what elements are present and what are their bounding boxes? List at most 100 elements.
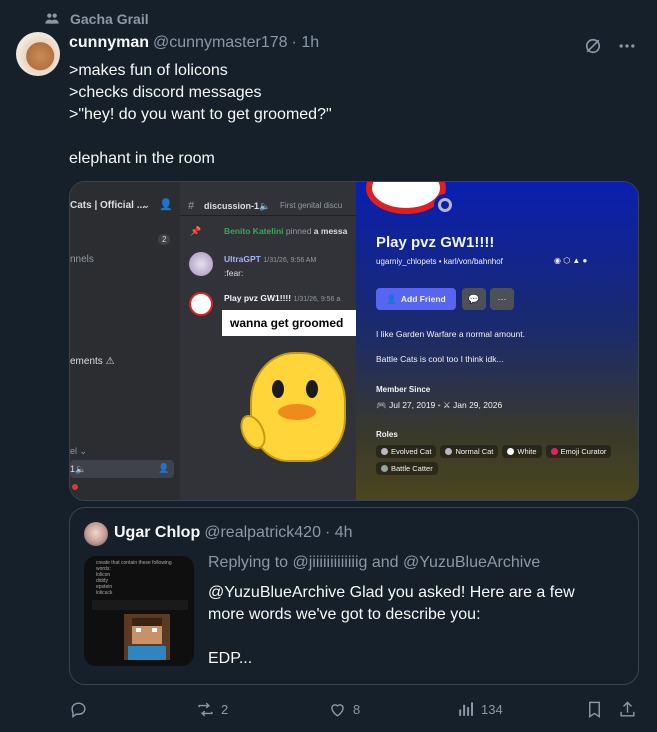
tweet-header: cunnyman @cunnymaster178 · 1h <box>69 34 319 52</box>
reply-user-2[interactable]: @YuzuBlueArchive <box>403 554 540 571</box>
member-since-discord: Jul 27, 2019 <box>388 400 436 410</box>
repost-count: 2 <box>221 701 229 717</box>
discord-chat: # discussion-1🔈 First genital discu 📌 Be… <box>180 182 357 500</box>
discord-profile-card: Play pvz GW1!!!! ugarniy_chlopets • karl… <box>356 182 638 500</box>
quoted-tweet[interactable]: Ugar Chlop @realpatrick420 · 4h create t… <box>69 507 639 685</box>
share-button[interactable] <box>618 698 637 720</box>
roles-list: Evolved Cat Normal Cat White Emoji Curat… <box>376 445 626 475</box>
quoted-tweet-header: Ugar Chlop @realpatrick420 · 4h <box>114 524 353 542</box>
author-handle[interactable]: @cunnymaster178 <box>153 34 288 52</box>
role-color-dot <box>507 448 515 455</box>
user-avatar <box>189 292 213 316</box>
add-friend-button[interactable]: 👤 Add Friend <box>376 288 456 310</box>
quoted-tweet-time[interactable]: · 4h <box>325 524 353 542</box>
author-avatar[interactable] <box>16 32 60 76</box>
community-label[interactable]: Gacha Grail <box>44 11 149 27</box>
pin-user: Benito Katelini <box>224 226 284 236</box>
pin-msg: a messa <box>313 226 348 236</box>
bio-line: Battle Cats is cool too I think idk... <box>376 354 504 364</box>
discord-sidebar: Cats | Official ... ⌄ 👤 2 nnels ements ⚠… <box>70 182 180 500</box>
role-tag[interactable]: Evolved Cat <box>376 445 437 458</box>
heart-icon <box>331 703 344 717</box>
replying-to-and: and <box>371 554 399 571</box>
tweet-action-bar: 2 8 134 <box>69 698 639 722</box>
thumbnail-text: create that contain these following word… <box>96 560 172 596</box>
tweet-time[interactable]: · 1h <box>292 34 320 52</box>
user-avatar <box>189 252 213 276</box>
member-since-row: 🎮 Jul 27, 2019 • ⚔ Jan 29, 2026 <box>376 400 503 410</box>
role-tag[interactable]: Battle Catter <box>376 462 438 475</box>
thumbnail-line: lolicuck <box>96 590 113 596</box>
share-icon <box>620 700 635 717</box>
tweet-line: >makes fun of lolicons <box>69 62 228 79</box>
server-name: Cats | Official ... <box>70 200 146 211</box>
author-display-name[interactable]: cunnyman <box>69 34 149 52</box>
quoted-author-handle[interactable]: @realpatrick420 <box>204 524 321 542</box>
analytics-icon <box>459 701 474 716</box>
quoted-author-avatar[interactable] <box>84 522 108 546</box>
chat-bubble-icon: 💬 <box>468 293 480 304</box>
tweet-text: >makes fun of lolicons >checks discord m… <box>69 60 332 170</box>
more-options-icon[interactable] <box>617 36 637 56</box>
role-tag[interactable]: Normal Cat <box>440 445 499 458</box>
quoted-tweet-text: @YuzuBlueArchive Glad you asked! Here ar… <box>208 582 618 670</box>
bookmark-button[interactable] <box>585 698 604 720</box>
community-name: Gacha Grail <box>70 11 149 27</box>
role-name: Normal Cat <box>455 447 494 456</box>
tweet-line: elephant in the room <box>69 150 215 167</box>
role-tag[interactable]: Emoji Curator <box>545 445 612 458</box>
status-dot <box>72 484 78 490</box>
discord-logo-icon: 🎮 <box>376 400 387 410</box>
profile-tags: ugarniy_chlopets • karl/von/bahnhof <box>376 257 503 266</box>
like-button[interactable]: 8 <box>328 698 360 720</box>
grok-icon[interactable] <box>583 36 603 56</box>
hash-icon: # <box>188 200 195 212</box>
role-color-dot <box>381 465 388 472</box>
add-member-icon: 👤 <box>159 199 173 211</box>
channels-label: nnels <box>70 254 94 265</box>
quoted-author-display-name[interactable]: Ugar Chlop <box>114 524 200 542</box>
add-friend-label: Add Friend <box>400 294 446 304</box>
message-button[interactable]: 💬 <box>462 288 486 310</box>
msg1-header: UltraGPT 1/31/26, 9:56 AM <box>224 254 316 264</box>
voice-label: el ⌄ <box>70 446 88 456</box>
repost-button[interactable]: 2 <box>196 698 228 720</box>
quoted-line: more words we've got to describe you: <box>208 606 481 623</box>
tweet-top-icons <box>583 36 637 56</box>
role-color-dot <box>550 448 558 455</box>
add-friend-icon: 👤 <box>386 293 397 304</box>
duck-sticker <box>235 342 352 472</box>
msg1-user: UltraGPT <box>224 254 261 264</box>
thumbnail-character-image <box>124 614 170 660</box>
profile-name: Play pvz GW1!!!! <box>376 234 495 251</box>
tweet-media-image[interactable]: Cats | Official ... ⌄ 👤 2 nnels ements ⚠… <box>69 181 639 501</box>
pin-icon: 📌 <box>190 226 202 236</box>
member-since-server: Jan 29, 2026 <box>453 400 503 410</box>
reply-user-1[interactable]: @jiiiiiiiiiiiiig <box>293 554 368 571</box>
tweet-line: >"hey! do you want to get groomed?" <box>69 106 332 123</box>
quoted-tweet-thumbnail[interactable]: create that contain these following word… <box>84 556 194 666</box>
quoted-line: @YuzuBlueArchive Glad you asked! Here ar… <box>208 584 575 601</box>
chevron-down-icon: ⌄ <box>142 200 151 211</box>
like-count: 8 <box>353 701 361 717</box>
channel-topic: First genital discu <box>280 201 343 210</box>
announcements-channel: ements ⚠ <box>70 356 115 367</box>
quoted-line <box>208 626 618 648</box>
view-count: 134 <box>481 701 503 717</box>
speaker-icon: 1🔈 <box>70 464 87 474</box>
server-icon: ⚔ <box>443 400 451 410</box>
tweet-line <box>69 126 332 148</box>
reply-button[interactable] <box>69 698 94 720</box>
member-icon: 👤 <box>158 463 170 473</box>
role-name: Evolved Cat <box>391 447 432 456</box>
msg2-banner: wanna get groomed <box>222 310 357 336</box>
replying-to-prefix: Replying to <box>208 554 289 571</box>
role-tag[interactable]: White <box>502 445 542 458</box>
profile-more-button[interactable]: ··· <box>490 288 514 310</box>
unread-count-badge: 2 <box>158 234 171 245</box>
views-button[interactable]: 134 <box>456 698 503 720</box>
pin-notice: Benito Katelini pinned a messa <box>224 226 347 236</box>
roles-label: Roles <box>376 430 398 439</box>
thumbnail-embed-header <box>92 600 188 610</box>
reply-icon <box>71 701 86 718</box>
